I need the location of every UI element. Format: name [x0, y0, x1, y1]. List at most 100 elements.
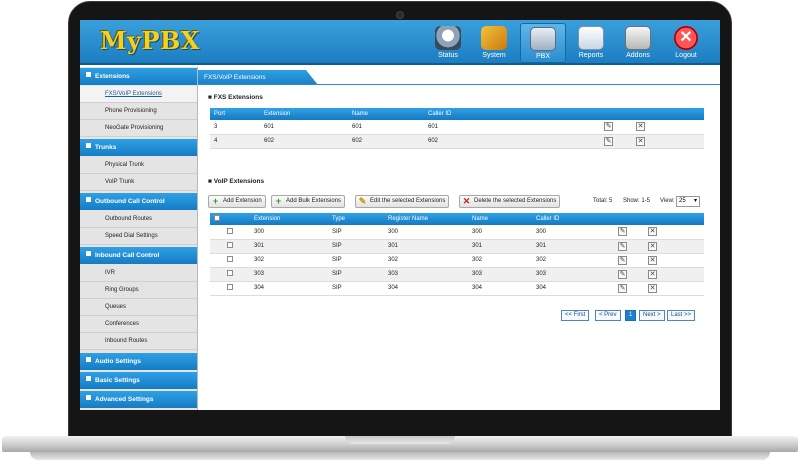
sidebar-item-outbound-routes[interactable]: Outbound Routes: [80, 211, 197, 228]
edit-icon[interactable]: ✎: [604, 136, 613, 146]
cell: ✕: [644, 239, 704, 254]
table-row: 303 SIP 303 303 303 ✎ ✕: [210, 267, 704, 282]
nav-addons-label: Addons: [626, 52, 650, 59]
table-header: Port Extension Name Caller ID: [210, 108, 704, 120]
sidebar-item-ivr[interactable]: IVR: [80, 265, 197, 282]
edit-icon[interactable]: ✎: [604, 122, 613, 132]
col-edit: [614, 213, 644, 225]
edit-icon[interactable]: ✎: [618, 255, 627, 265]
add-extension-button[interactable]: + Add Extension: [208, 195, 266, 208]
cell: ✕: [644, 267, 704, 282]
system-icon: [481, 26, 507, 50]
delete-icon[interactable]: ✕: [636, 122, 645, 132]
sidebar-section-advanced[interactable]: Advanced Settings: [80, 391, 197, 408]
main-content: FXS/VoIP Extensions ■ FXS Extensions Por…: [198, 67, 720, 410]
nav-system[interactable]: System: [471, 23, 517, 63]
tab-fxs-voip-extensions[interactable]: FXS/VoIP Extensions: [198, 70, 318, 85]
table-row: 304 SIP 304 304 304 ✎ ✕: [210, 281, 704, 296]
cell: ✕: [644, 281, 704, 296]
last-page-button[interactable]: Last >>: [667, 310, 696, 321]
sidebar-item-ring-groups[interactable]: Ring Groups: [80, 282, 197, 299]
cell: [210, 239, 250, 254]
cell: 301: [532, 239, 614, 254]
next-page-button[interactable]: Next >: [639, 310, 665, 321]
view-select-value: 25: [679, 198, 686, 204]
delete-icon[interactable]: ✕: [648, 241, 657, 251]
cell: ✎: [614, 281, 644, 296]
col-delete: [644, 213, 704, 225]
sidebar-item-physical-trunk[interactable]: Physical Trunk: [80, 157, 197, 174]
sidebar-item-neogate-provisioning[interactable]: NeoGate Provisioning: [80, 120, 197, 137]
cell: 601: [260, 120, 348, 135]
sidebar-item-phone-provisioning[interactable]: Phone Provisioning: [80, 103, 197, 120]
edit-icon[interactable]: ✎: [618, 241, 627, 251]
delete-icon[interactable]: ✕: [648, 269, 657, 279]
nav-pbx[interactable]: PBX: [520, 23, 566, 63]
col-delete: [632, 108, 704, 120]
select-all-checkbox[interactable]: [214, 215, 220, 221]
section-label: Basic Settings: [95, 377, 140, 384]
expand-icon: [86, 197, 91, 202]
section-label: Audio Settings: [95, 358, 141, 365]
cell: ✎: [614, 225, 644, 240]
delete-icon[interactable]: ✕: [648, 227, 657, 237]
cell: ✕: [632, 120, 704, 135]
sidebar-section-audio[interactable]: Audio Settings: [80, 353, 197, 370]
sidebar-item-speed-dial[interactable]: Speed Dial Settings: [80, 228, 197, 245]
bulk-add-icon: +: [275, 196, 282, 206]
current-page[interactable]: 1: [625, 310, 637, 321]
edit-selected-button[interactable]: ✎ Edit the selected Extensions: [355, 195, 450, 208]
delete-icon[interactable]: ✕: [648, 255, 657, 265]
expand-icon: [86, 357, 91, 362]
sidebar-section-inbound[interactable]: Inbound Call Control: [80, 247, 197, 264]
first-page-button[interactable]: << First: [561, 310, 590, 321]
add-extension-label: Add Extension: [223, 198, 262, 204]
cell: 303: [250, 267, 328, 282]
prev-page-button[interactable]: < Prev: [595, 310, 621, 321]
cell: 303: [468, 267, 532, 282]
edit-icon[interactable]: ✎: [618, 269, 627, 279]
row-checkbox[interactable]: [227, 256, 233, 262]
view-label: View:: [660, 198, 675, 204]
row-checkbox[interactable]: [227, 270, 233, 276]
cell: 302: [250, 253, 328, 268]
col-type: Type: [328, 213, 384, 225]
col-register-name: Register Name: [384, 213, 468, 225]
sidebar-item-inbound-routes[interactable]: Inbound Routes: [80, 333, 197, 350]
edit-icon[interactable]: ✎: [618, 283, 627, 293]
nav-logout[interactable]: ✕ Logout: [663, 23, 709, 63]
cell: 300: [468, 225, 532, 240]
show-range: Show: 1-5: [623, 198, 651, 204]
sidebar-item-voip-trunk[interactable]: VoIP Trunk: [80, 174, 197, 191]
view-select[interactable]: 25 ▾: [676, 196, 700, 207]
col-port: Port: [210, 108, 260, 120]
row-checkbox[interactable]: [227, 284, 233, 290]
col-extension: Extension: [260, 108, 348, 120]
sidebar-section-outbound[interactable]: Outbound Call Control: [80, 193, 197, 210]
nav-reports-label: Reports: [578, 52, 604, 59]
edit-icon[interactable]: ✎: [618, 227, 627, 237]
section-label: Trunks: [95, 144, 117, 151]
delete-icon[interactable]: ✕: [648, 283, 657, 293]
sidebar-item-queues[interactable]: Queues: [80, 299, 197, 316]
row-checkbox[interactable]: [227, 227, 233, 234]
table-row: 302 SIP 302 302 302 ✎ ✕: [210, 253, 704, 268]
delete-selected-button[interactable]: ✕ Delete the selected Extensions: [459, 195, 561, 208]
cell: SIP: [328, 253, 384, 268]
section-label: Outbound Call Control: [95, 198, 165, 205]
fxs-heading-text: FXS Extensions: [213, 94, 263, 101]
chevron-down-icon: ▾: [693, 198, 697, 204]
nav-addons[interactable]: Addons: [615, 23, 661, 63]
nav-status[interactable]: Status: [425, 23, 471, 63]
delete-icon[interactable]: ✕: [636, 136, 645, 146]
nav-reports[interactable]: Reports: [568, 23, 614, 63]
nav-system-label: System: [482, 52, 506, 59]
sidebar-section-extensions[interactable]: Extensions: [80, 68, 197, 85]
row-checkbox[interactable]: [227, 242, 233, 248]
sidebar-section-trunks[interactable]: Trunks: [80, 139, 197, 156]
sidebar-item-conferences[interactable]: Conferences: [80, 316, 197, 333]
add-bulk-extensions-button[interactable]: + Add Bulk Extensions: [271, 195, 346, 208]
sidebar-item-fxs-voip-extensions[interactable]: FXS/VoIP Extensions: [80, 86, 197, 103]
sidebar-section-basic[interactable]: Basic Settings: [80, 372, 197, 389]
mypbx-logo: MyPBX: [100, 26, 200, 55]
